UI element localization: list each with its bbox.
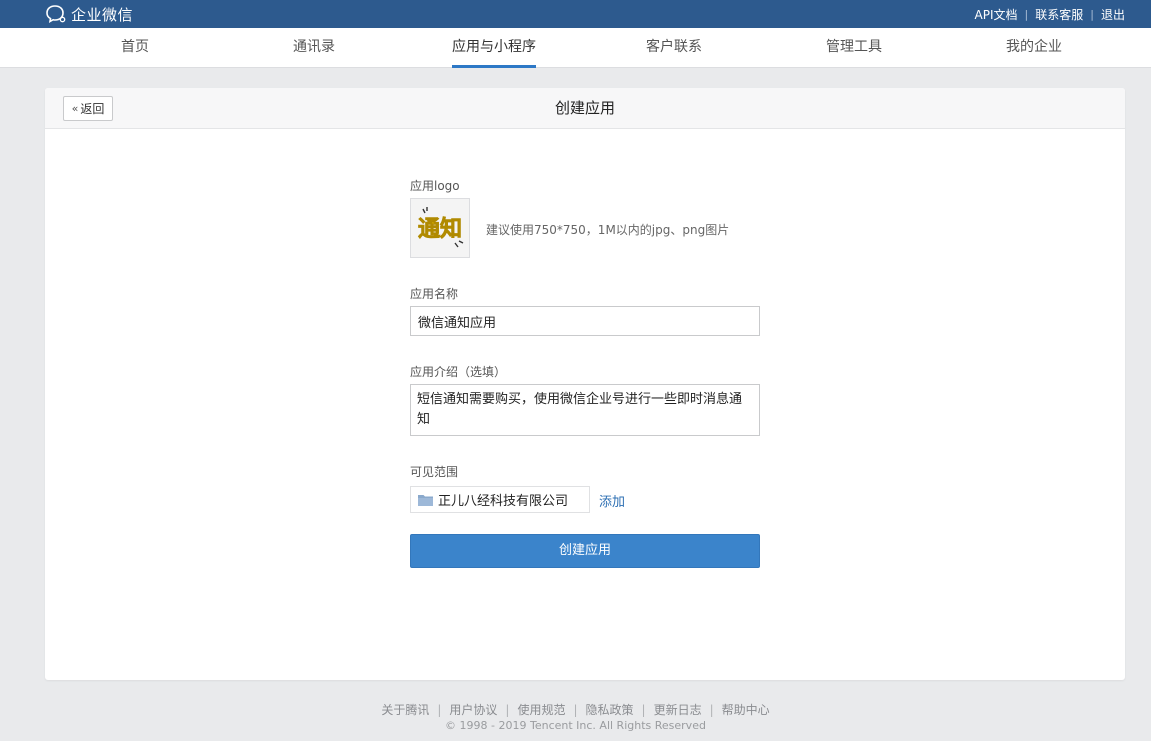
visibility-scope-name: 正儿八经科技有限公司 bbox=[438, 494, 569, 509]
footer-link-changelog[interactable]: 更新日志 bbox=[654, 703, 702, 717]
add-scope-link[interactable]: 添加 bbox=[599, 491, 625, 510]
divider: | bbox=[505, 703, 510, 717]
wecom-logo-icon bbox=[46, 5, 66, 24]
app-intro-textarea[interactable] bbox=[410, 384, 760, 436]
footer-links: 关于腾讯 | 用户协议 | 使用规范 | 隐私政策 | 更新日志 | 帮助中心 bbox=[0, 701, 1151, 718]
logo-label: 应用logo bbox=[410, 179, 460, 193]
footer-link-privacy[interactable]: 隐私政策 bbox=[586, 703, 634, 717]
divider: | bbox=[709, 703, 714, 717]
create-app-card: 创建应用 « 返回 应用logo 通知 建议使用750*750，1M以内的jpg… bbox=[45, 88, 1125, 680]
nav-tab-home[interactable]: 首页 bbox=[121, 28, 149, 68]
page-title: 创建应用 bbox=[554, 99, 615, 117]
app-logo-image: 通知 bbox=[411, 199, 469, 257]
footer-link-usage-rules[interactable]: 使用规范 bbox=[517, 703, 565, 717]
footer-link-user-agreement[interactable]: 用户协议 bbox=[449, 703, 497, 717]
copyright-text: © 1998 - 2019 Tencent Inc. All Rights Re… bbox=[445, 719, 706, 732]
double-chevron-left-icon: « bbox=[71, 102, 79, 115]
visibility-scope-item: 正儿八经科技有限公司 bbox=[410, 486, 590, 513]
create-app-button[interactable]: 创建应用 bbox=[410, 534, 760, 568]
back-button[interactable]: « 返回 bbox=[63, 96, 113, 121]
divider: | bbox=[437, 703, 442, 717]
app-logo-upload[interactable]: 通知 bbox=[410, 198, 470, 258]
nav-tab-contacts[interactable]: 通讯录 bbox=[293, 28, 335, 68]
divider: | bbox=[1024, 7, 1029, 21]
logo-hint: 建议使用750*750，1M以内的jpg、png图片 bbox=[486, 223, 730, 237]
nav-tab-apps[interactable]: 应用与小程序 bbox=[452, 28, 536, 68]
footer-link-about[interactable]: 关于腾讯 bbox=[381, 703, 429, 717]
top-bar: 企业微信 API文档 | 联系客服 | 退出 bbox=[0, 0, 1151, 28]
divider: | bbox=[641, 703, 646, 717]
top-links: API文档 | 联系客服 | 退出 bbox=[975, 0, 1125, 28]
folder-icon bbox=[418, 494, 433, 506]
app-name-label: 应用名称 bbox=[410, 287, 459, 301]
app-name-input[interactable] bbox=[410, 306, 760, 336]
brand-logo[interactable]: 企业微信 bbox=[45, 3, 133, 25]
brand-name: 企业微信 bbox=[71, 5, 134, 24]
footer-link-help[interactable]: 帮助中心 bbox=[722, 703, 770, 717]
logout-link[interactable]: 退出 bbox=[1101, 6, 1125, 23]
api-docs-link[interactable]: API文档 bbox=[975, 6, 1018, 23]
divider: | bbox=[1090, 7, 1094, 21]
nav-tab-my-company[interactable]: 我的企业 bbox=[1006, 28, 1062, 68]
visibility-scope-label: 可见范围 bbox=[410, 465, 459, 479]
contact-support-link[interactable]: 联系客服 bbox=[1035, 6, 1083, 23]
nav-tab-management-tools[interactable]: 管理工具 bbox=[826, 28, 882, 68]
main-nav: 首页 通讯录 应用与小程序 客户联系 管理工具 我的企业 bbox=[0, 28, 1151, 68]
card-header: 创建应用 « 返回 bbox=[45, 88, 1125, 129]
nav-tab-customer-contact[interactable]: 客户联系 bbox=[646, 28, 702, 68]
back-button-label: 返回 bbox=[80, 102, 105, 116]
divider: | bbox=[573, 703, 578, 717]
app-intro-label: 应用介绍（选填） bbox=[410, 365, 507, 379]
app-logo-text: 通知 bbox=[418, 216, 462, 242]
